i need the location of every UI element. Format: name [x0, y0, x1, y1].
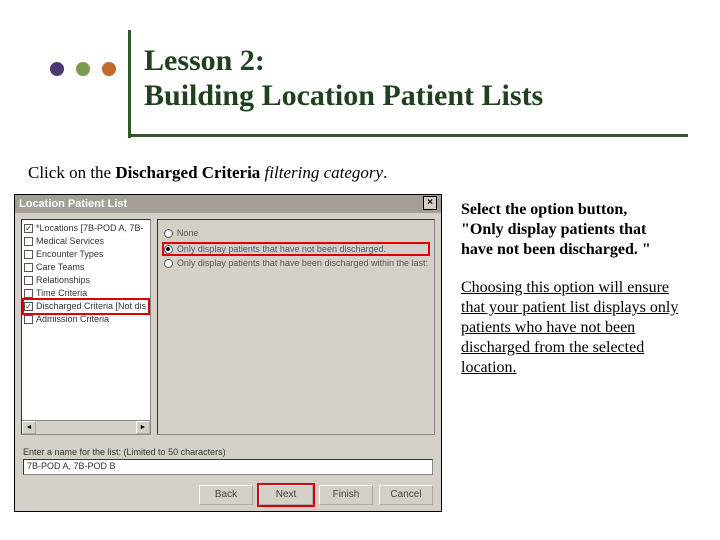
- scroll-right-button[interactable]: ►: [136, 421, 150, 434]
- side-paragraph-1: Select the option button, "Only display …: [461, 200, 681, 260]
- dot-icon: [50, 62, 64, 76]
- checkbox-icon[interactable]: [24, 263, 33, 272]
- finish-button[interactable]: Finish: [319, 485, 373, 505]
- title-line1: Lesson 2:: [144, 44, 265, 77]
- criteria-label: Medical Services: [36, 235, 104, 248]
- criteria-label: Encounter Types: [36, 248, 103, 261]
- scroll-left-button[interactable]: ◄: [22, 421, 36, 434]
- criteria-label: Admission Criteria: [36, 313, 109, 326]
- criteria-label: Relationships: [36, 274, 90, 287]
- criteria-label: Time Criteria: [36, 287, 87, 300]
- decorative-dots: [50, 62, 116, 76]
- checkbox-icon[interactable]: ✓: [24, 302, 33, 311]
- checkbox-icon[interactable]: [24, 289, 33, 298]
- dialog-titlebar: Location Patient List ×: [15, 195, 441, 213]
- side-paragraph-2: Choosing this option will ensure that yo…: [461, 278, 681, 378]
- instruction-text: Click on the Discharged Criteria filteri…: [28, 163, 387, 183]
- dot-icon: [102, 62, 116, 76]
- radio-icon[interactable]: [164, 229, 173, 238]
- radio-label: None: [177, 228, 199, 238]
- page-title: Lesson 2: Building Location Patient List…: [144, 30, 543, 113]
- checkbox-icon[interactable]: [24, 315, 33, 324]
- cancel-button[interactable]: Cancel: [379, 485, 433, 505]
- criteria-list-item[interactable]: Encounter Types: [24, 248, 148, 261]
- checkbox-icon[interactable]: [24, 250, 33, 259]
- criteria-list-item[interactable]: Care Teams: [24, 261, 148, 274]
- list-name-label: Enter a name for the list: (Limited to 5…: [23, 447, 433, 457]
- dot-icon: [76, 62, 90, 76]
- back-button[interactable]: Back: [199, 485, 253, 505]
- criteria-label: Discharged Criteria [Not dis: [36, 300, 146, 313]
- criteria-list-item[interactable]: ✓*Locations [7B-POD A, 7B-: [24, 222, 148, 235]
- discharge-option-row[interactable]: Only display patients that have been dis…: [164, 258, 428, 268]
- next-button[interactable]: Next: [259, 485, 313, 505]
- dialog-title-text: Location Patient List: [19, 195, 127, 213]
- checkbox-icon[interactable]: [24, 237, 33, 246]
- title-line2: Building Location Patient Lists: [144, 79, 543, 112]
- criteria-list-item[interactable]: Admission Criteria: [24, 313, 148, 326]
- radio-icon[interactable]: [164, 259, 173, 268]
- discharge-option-row[interactable]: None: [164, 228, 428, 238]
- discharge-option-row[interactable]: Only display patients that have not been…: [162, 242, 430, 256]
- header-bars: [124, 30, 134, 138]
- criteria-label: Care Teams: [36, 261, 84, 274]
- list-name-input[interactable]: 7B-POD A, 7B-POD B: [23, 459, 433, 475]
- close-button[interactable]: ×: [423, 196, 437, 210]
- criteria-label: *Locations [7B-POD A, 7B-: [36, 222, 144, 235]
- checkbox-icon[interactable]: ✓: [24, 224, 33, 233]
- discharge-options-panel: None Only display patients that have not …: [157, 219, 435, 435]
- radio-label: Only display patients that have not been…: [177, 244, 386, 254]
- criteria-list-item[interactable]: Medical Services: [24, 235, 148, 248]
- radio-label: Only display patients that have been dis…: [177, 258, 428, 268]
- criteria-listbox[interactable]: ✓*Locations [7B-POD A, 7B-Medical Servic…: [21, 219, 151, 435]
- location-patient-list-dialog: Location Patient List × ✓*Locations [7B-…: [14, 194, 442, 512]
- radio-icon[interactable]: [164, 245, 173, 254]
- horizontal-scrollbar[interactable]: ◄ ►: [22, 420, 150, 434]
- checkbox-icon[interactable]: [24, 276, 33, 285]
- criteria-list-item[interactable]: Relationships: [24, 274, 148, 287]
